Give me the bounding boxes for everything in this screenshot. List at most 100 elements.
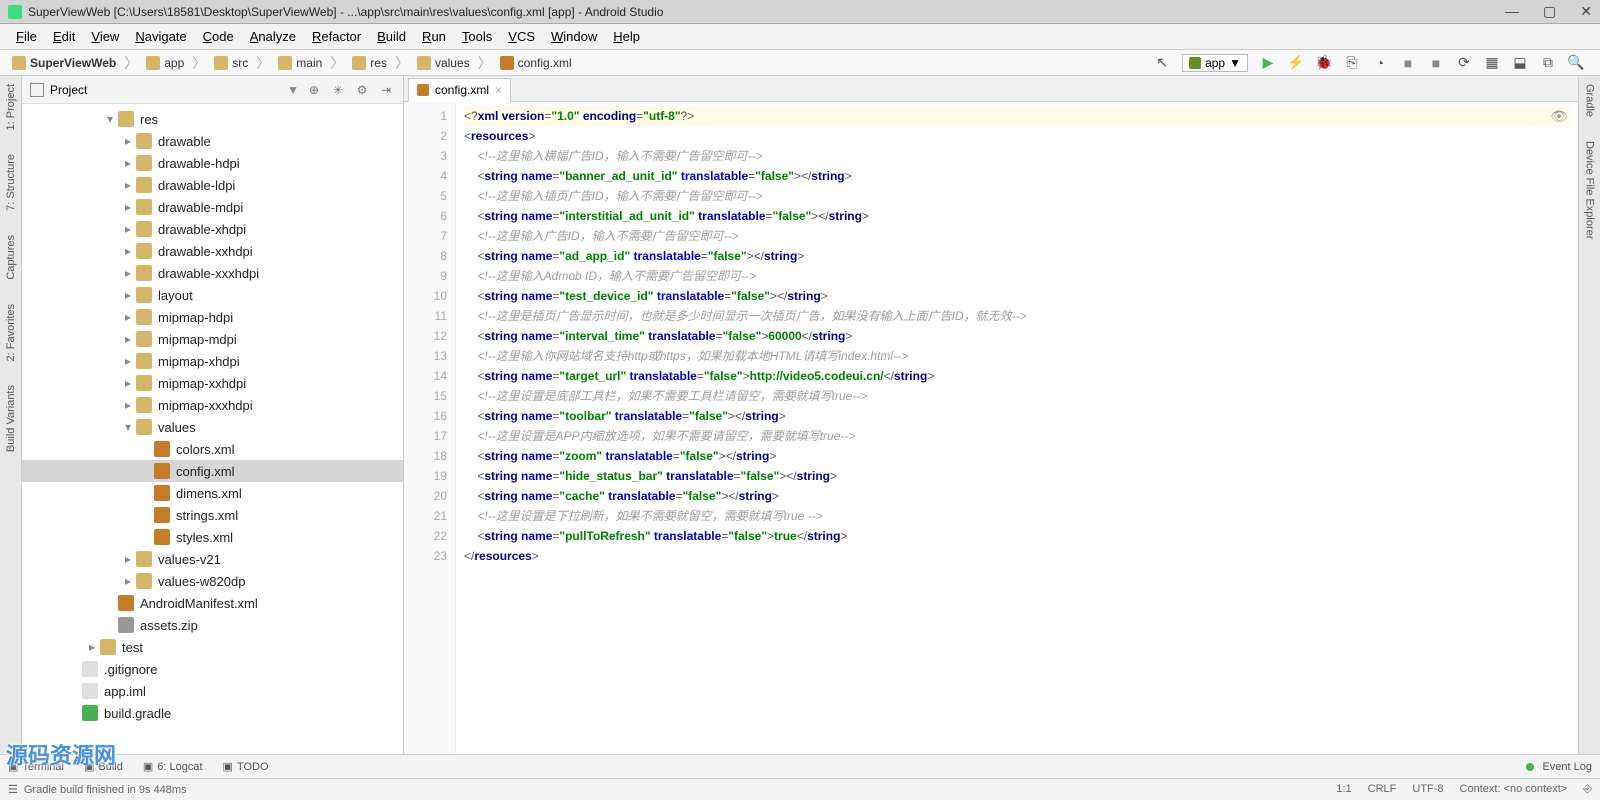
tree-arrow-icon[interactable]: ▸ — [120, 354, 136, 368]
sdk-icon[interactable]: ⬓ — [1512, 55, 1528, 71]
tree-item-colors-xml[interactable]: colors.xml — [22, 438, 403, 460]
tree-item-mipmap-xxhdpi[interactable]: ▸mipmap-xxhdpi — [22, 372, 403, 394]
tree-item-drawable-ldpi[interactable]: ▸drawable-ldpi — [22, 174, 403, 196]
tool-window-captures[interactable]: Captures — [5, 231, 17, 284]
tree-arrow-icon[interactable]: ▸ — [120, 332, 136, 346]
hide-panel-icon[interactable]: ⇥ — [377, 81, 395, 99]
tree-item-drawable[interactable]: ▸drawable — [22, 130, 403, 152]
minimize-icon[interactable]: — — [1505, 3, 1519, 20]
tool-window-gradle[interactable]: Gradle — [1584, 80, 1596, 121]
tree-item-mipmap-hdpi[interactable]: ▸mipmap-hdpi — [22, 306, 403, 328]
breadcrumb-app[interactable]: app — [142, 56, 188, 70]
tree-item-config-xml[interactable]: config.xml — [22, 460, 403, 482]
menu-code[interactable]: Code — [195, 24, 242, 50]
tree-arrow-icon[interactable]: ▾ — [102, 112, 118, 126]
tree-arrow-icon[interactable]: ▸ — [84, 640, 100, 654]
tree-item-mipmap-xxxhdpi[interactable]: ▸mipmap-xxxhdpi — [22, 394, 403, 416]
bottom-tab-terminal[interactable]: ▣Terminal — [8, 760, 64, 773]
tree-item-styles-xml[interactable]: styles.xml — [22, 526, 403, 548]
close-icon[interactable]: ✕ — [1580, 3, 1592, 20]
event-log-tab[interactable]: Event Log — [1542, 761, 1592, 773]
tree-item-androidmanifest-xml[interactable]: AndroidManifest.xml — [22, 592, 403, 614]
tree-arrow-icon[interactable]: ▸ — [120, 200, 136, 214]
stop-icon[interactable]: ■ — [1400, 55, 1416, 71]
profiler-icon[interactable]: ◔ — [1372, 55, 1388, 71]
stop2-icon[interactable]: ■ — [1428, 55, 1444, 71]
tool-window-build-variants[interactable]: Build Variants — [5, 381, 17, 456]
tree-arrow-icon[interactable]: ▸ — [120, 266, 136, 280]
apply-changes-icon[interactable]: ⚡ — [1288, 55, 1304, 71]
maximize-icon[interactable]: ▢ — [1543, 3, 1556, 20]
collapse-all-icon[interactable]: ⊕ — [305, 81, 323, 99]
breadcrumb-res[interactable]: res — [348, 56, 391, 70]
tree-arrow-icon[interactable]: ▸ — [120, 156, 136, 170]
tree-item-assets-zip[interactable]: assets.zip — [22, 614, 403, 636]
tree-arrow-icon[interactable]: ▸ — [120, 178, 136, 192]
search-icon[interactable]: 🔍 — [1568, 55, 1584, 71]
tree-item-strings-xml[interactable]: strings.xml — [22, 504, 403, 526]
tree-arrow-icon[interactable]: ▸ — [120, 288, 136, 302]
attach-debugger-icon[interactable]: ⎘ — [1344, 55, 1360, 71]
tree-item-drawable-hdpi[interactable]: ▸drawable-hdpi — [22, 152, 403, 174]
tree-item-values[interactable]: ▾values — [22, 416, 403, 438]
tree-item--gitignore[interactable]: .gitignore — [22, 658, 403, 680]
breadcrumb-values[interactable]: values — [413, 56, 474, 70]
project-view-dropdown[interactable]: ▼ — [287, 83, 299, 97]
tree-item-drawable-xhdpi[interactable]: ▸drawable-xhdpi — [22, 218, 403, 240]
status-encoding[interactable]: UTF-8 — [1412, 783, 1443, 796]
back-icon[interactable]: ↖ — [1154, 55, 1170, 71]
tree-arrow-icon[interactable]: ▸ — [120, 574, 136, 588]
debug-icon[interactable]: 🐞 — [1316, 55, 1332, 71]
tree-arrow-icon[interactable]: ▾ — [120, 420, 136, 434]
tree-item-res[interactable]: ▾res — [22, 108, 403, 130]
bottom-tab-todo[interactable]: ▣TODO — [223, 760, 269, 773]
tree-arrow-icon[interactable]: ▸ — [120, 244, 136, 258]
tool-window----project[interactable]: 1: Project — [5, 80, 17, 134]
structure-icon[interactable]: ⧉ — [1540, 55, 1556, 71]
tool-window-device-file-explorer[interactable]: Device File Explorer — [1584, 137, 1596, 243]
menu-file[interactable]: File — [8, 24, 45, 50]
menu-window[interactable]: Window — [543, 24, 605, 50]
tree-item-build-gradle[interactable]: build.gradle — [22, 702, 403, 724]
autoscroll-icon[interactable]: ✳ — [329, 81, 347, 99]
menu-refactor[interactable]: Refactor — [304, 24, 369, 50]
menu-run[interactable]: Run — [414, 24, 454, 50]
tree-item-app-iml[interactable]: app.iml — [22, 680, 403, 702]
tree-item-mipmap-xhdpi[interactable]: ▸mipmap-xhdpi — [22, 350, 403, 372]
menu-analyze[interactable]: Analyze — [242, 24, 304, 50]
close-tab-icon[interactable]: × — [495, 83, 502, 97]
breadcrumb-SuperViewWeb[interactable]: SuperViewWeb — [8, 56, 120, 70]
gear-icon[interactable]: ⚙ — [353, 81, 371, 99]
tree-item-layout[interactable]: ▸layout — [22, 284, 403, 306]
menu-build[interactable]: Build — [369, 24, 414, 50]
tool-window----favorites[interactable]: 2: Favorites — [5, 300, 17, 365]
status-context[interactable]: Context: <no context> — [1460, 783, 1568, 796]
menu-navigate[interactable]: Navigate — [127, 24, 194, 50]
tree-item-drawable-xxxhdpi[interactable]: ▸drawable-xxxhdpi — [22, 262, 403, 284]
avd-icon[interactable]: ▦ — [1484, 55, 1500, 71]
tree-arrow-icon[interactable]: ▸ — [120, 222, 136, 236]
bottom-tab----logcat[interactable]: ▣6: Logcat — [143, 760, 203, 773]
tree-item-test[interactable]: ▸test — [22, 636, 403, 658]
tree-item-values-w820dp[interactable]: ▸values-w820dp — [22, 570, 403, 592]
breadcrumb-main[interactable]: main — [274, 56, 326, 70]
tree-item-drawable-mdpi[interactable]: ▸drawable-mdpi — [22, 196, 403, 218]
menu-tools[interactable]: Tools — [454, 24, 500, 50]
inspection-eye-icon[interactable]: 👁 — [1550, 108, 1568, 125]
status-crlf[interactable]: CRLF — [1368, 783, 1397, 796]
bottom-tab-build[interactable]: ▣Build — [84, 760, 123, 773]
menu-vcs[interactable]: VCS — [500, 24, 543, 50]
tree-item-mipmap-mdpi[interactable]: ▸mipmap-mdpi — [22, 328, 403, 350]
editor-tab-config[interactable]: config.xml × — [408, 78, 511, 102]
tree-arrow-icon[interactable]: ▸ — [120, 134, 136, 148]
breadcrumb-src[interactable]: src — [210, 56, 252, 70]
menu-edit[interactable]: Edit — [45, 24, 83, 50]
tree-arrow-icon[interactable]: ▸ — [120, 398, 136, 412]
tree-item-drawable-xxhdpi[interactable]: ▸drawable-xxhdpi — [22, 240, 403, 262]
menu-view[interactable]: View — [83, 24, 127, 50]
run-icon[interactable]: ▶ — [1260, 55, 1276, 71]
menu-help[interactable]: Help — [605, 24, 648, 50]
tree-arrow-icon[interactable]: ▸ — [120, 376, 136, 390]
tool-window----structure[interactable]: 7: Structure — [5, 150, 17, 215]
sync-icon[interactable]: ⟳ — [1456, 55, 1472, 71]
